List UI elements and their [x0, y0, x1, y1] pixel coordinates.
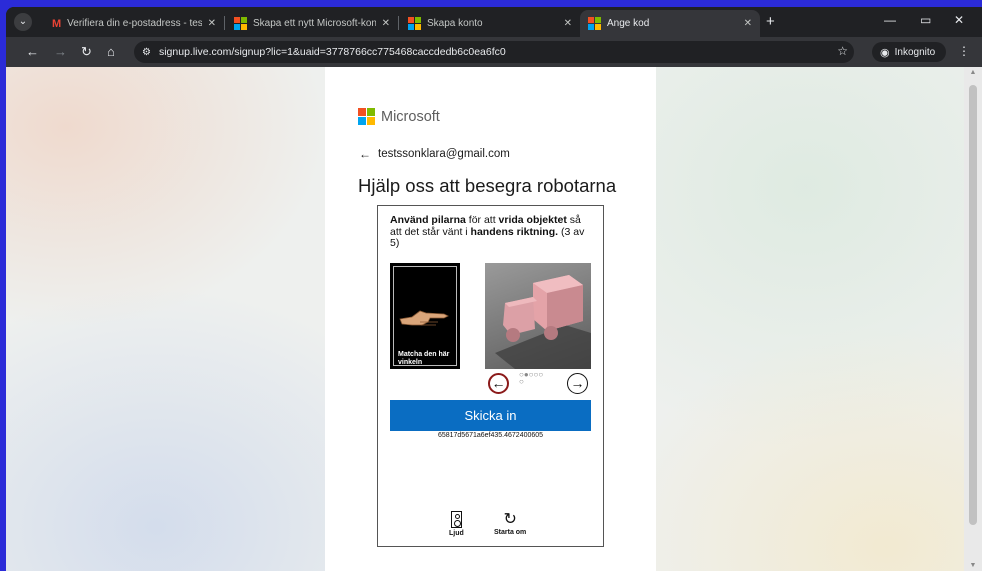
close-tab-icon[interactable]: ✕	[564, 18, 572, 29]
microsoft-icon	[408, 17, 421, 30]
restart-icon: ↻	[503, 511, 517, 528]
tab-title: Verifiera din e-postadress - test	[67, 18, 202, 29]
tab-verify-email[interactable]: M Verifiera din e-postadress - test ✕	[44, 10, 224, 37]
signup-card: Microsoft ← testssonklara@gmail.com Hjäl…	[325, 67, 656, 571]
back-icon[interactable]: ←	[26, 44, 39, 60]
reference-frame: Matcha den här vinkeln	[393, 266, 457, 366]
reference-label: Matcha den här vinkeln	[398, 351, 450, 366]
tab-separator	[398, 16, 399, 30]
arrow-right-icon: →	[570, 375, 585, 391]
restart-label: Starta om	[494, 529, 527, 536]
audio-label: Ljud	[449, 530, 464, 537]
bookmark-star-icon[interactable]: ☆	[837, 44, 848, 58]
back-arrow-icon[interactable]: ←	[359, 147, 371, 161]
close-tab-icon[interactable]: ✕	[382, 18, 390, 29]
tab-title: Skapa konto	[427, 18, 483, 29]
submit-button[interactable]: Skicka in	[390, 400, 591, 431]
email-identity: testssonklara@gmail.com	[378, 148, 510, 160]
session-id: 65817d5671a6ef435.4672400605	[437, 432, 544, 439]
forward-icon[interactable]: →	[54, 44, 67, 60]
tab-separator	[224, 16, 225, 30]
rotatable-object-image	[485, 263, 591, 369]
home-icon[interactable]: ⌂	[107, 44, 115, 60]
tab-create-account[interactable]: Skapa konto ✕	[400, 10, 580, 37]
browser-window: ⌄ M Verifiera din e-postadress - test ✕ …	[6, 7, 982, 571]
captcha-instructions: Använd pilarna för att vrida objektet så…	[390, 214, 595, 250]
instr-bold-rotate: vrida objektet	[498, 214, 567, 226]
progress-dots-row: ○	[519, 377, 524, 386]
tab-strip: ⌄ M Verifiera din e-postadress - test ✕ …	[6, 7, 982, 37]
microsoft-icon	[588, 17, 601, 30]
tab-create-microsoft-account[interactable]: Skapa ett nytt Microsoft-konto ✕	[226, 10, 398, 37]
page-viewport: Microsoft ← testssonklara@gmail.com Hjäl…	[6, 67, 964, 571]
microsoft-brand: Microsoft	[358, 108, 440, 125]
incognito-label: Inkognito	[894, 46, 936, 58]
restart-button[interactable]: ↻ Starta om	[494, 511, 526, 536]
close-tab-icon[interactable]: ✕	[208, 18, 216, 29]
tab-search-button[interactable]: ⌄	[14, 13, 32, 31]
instr-bold-arrows: Använd pilarna	[390, 214, 466, 226]
toolbar: ← → ↻ ⌂ ⚙ signup.live.com/signup?lic=1&u…	[6, 37, 982, 67]
captcha-challenge: Använd pilarna för att vrida objektet så…	[377, 205, 604, 547]
address-bar[interactable]: ⚙ signup.live.com/signup?lic=1&uaid=3778…	[134, 41, 854, 63]
scroll-thumb[interactable]	[969, 85, 977, 525]
brand-name: Microsoft	[381, 108, 440, 125]
gmail-icon: M	[52, 17, 62, 30]
tab-enter-code[interactable]: Ange kod ✕	[580, 10, 760, 37]
url-text: signup.live.com/signup?lic=1&uaid=377876…	[158, 46, 506, 58]
back-to-email[interactable]: ← testssonklara@gmail.com	[359, 147, 510, 161]
incognito-indicator[interactable]: ◉ Inkognito	[872, 42, 946, 62]
scroll-down-icon[interactable]: ▼	[964, 562, 982, 569]
reference-image: Matcha den här vinkeln	[390, 263, 460, 369]
reload-icon[interactable]: ↻	[81, 44, 92, 60]
menu-icon[interactable]: ⋮	[958, 44, 970, 58]
tab-title: Skapa ett nytt Microsoft-konto	[253, 18, 376, 29]
close-tab-icon[interactable]: ✕	[744, 18, 752, 29]
vertical-scrollbar[interactable]: ▲ ▼	[964, 67, 982, 571]
instr-bold-direction: handens riktning.	[470, 225, 559, 238]
new-tab-icon[interactable]: +	[766, 13, 775, 30]
scroll-up-icon[interactable]: ▲	[964, 69, 982, 76]
truck-object-icon	[495, 275, 591, 369]
rotate-left-button[interactable]: ←	[488, 373, 509, 394]
tab-title: Ange kod	[607, 18, 650, 29]
arrow-left-icon: ←	[491, 375, 506, 391]
incognito-icon: ◉	[880, 46, 890, 59]
page-title: Hjälp oss att besegra robotarna	[358, 175, 617, 196]
rotate-right-button[interactable]: →	[567, 373, 588, 394]
microsoft-icon	[234, 17, 247, 30]
progress-dots: ○●○○○ ○	[519, 371, 543, 386]
audio-button[interactable]: Ljud	[449, 511, 464, 537]
minimize-icon[interactable]: —	[884, 13, 896, 27]
speaker-icon	[450, 511, 462, 528]
close-window-icon[interactable]: ✕	[954, 13, 964, 27]
site-info-icon[interactable]: ⚙	[142, 47, 151, 58]
microsoft-logo	[358, 108, 375, 125]
instr-text: för att	[465, 214, 499, 226]
restore-icon[interactable]: ▭	[920, 13, 931, 27]
